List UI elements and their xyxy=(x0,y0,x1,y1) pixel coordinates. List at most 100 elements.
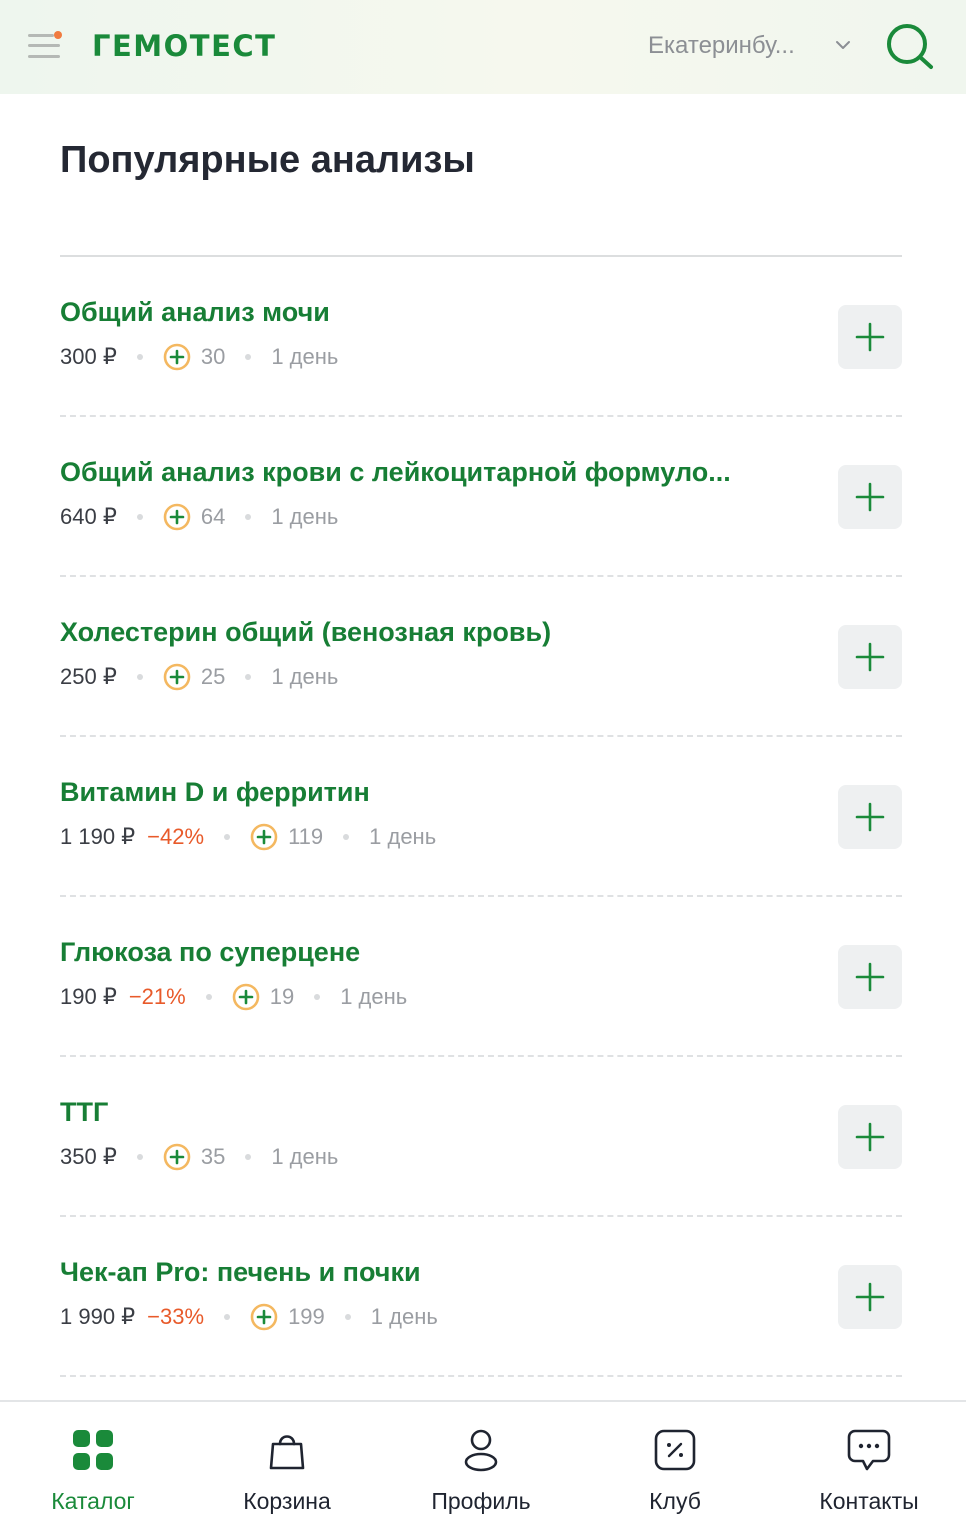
plus-icon xyxy=(855,482,885,512)
search-button[interactable] xyxy=(884,22,936,72)
bonus-points: 25 xyxy=(200,664,226,689)
add-to-cart-button[interactable] xyxy=(838,785,902,849)
plus-icon xyxy=(855,962,885,992)
bonus-points-icon xyxy=(163,1143,191,1171)
tab-label: Контакты xyxy=(819,1488,919,1514)
bonus-points-icon xyxy=(232,983,260,1011)
test-name[interactable]: Витамин D и ферритин xyxy=(60,777,370,808)
turnaround-time: 1 день xyxy=(271,664,339,689)
test-meta: 250 ₽ 25 1 день xyxy=(60,661,338,693)
test-price: 250 ₽ xyxy=(60,664,117,689)
test-list-item: Витамин D и ферритин 1 190 ₽ −42% 119 1 … xyxy=(60,737,902,897)
test-list-item: Чек-ап Pro: печень и почки 1 990 ₽ −33% … xyxy=(60,1217,902,1377)
test-meta: 640 ₽ 64 1 день xyxy=(60,501,338,533)
tab-contacts[interactable]: Контакты xyxy=(789,1402,949,1534)
separator-dot xyxy=(136,674,143,680)
add-to-cart-button[interactable] xyxy=(838,1105,902,1169)
add-to-cart-button[interactable] xyxy=(838,625,902,689)
tab-label: Профиль xyxy=(431,1488,531,1514)
test-price: 350 ₽ xyxy=(60,1144,117,1169)
test-price: 190 ₽ xyxy=(60,984,117,1009)
test-meta: 190 ₽ −21% 19 1 день xyxy=(60,981,407,1013)
test-list-item: ТТГ 350 ₽ 35 1 день xyxy=(60,1057,902,1217)
popular-tests-list: Общий анализ мочи 300 ₽ 30 1 день Общий … xyxy=(60,257,902,1377)
tab-profile[interactable]: Профиль xyxy=(401,1402,561,1534)
test-meta: 1 190 ₽ −42% 119 1 день xyxy=(60,821,436,853)
test-list-item: Глюкоза по суперцене 190 ₽ −21% 19 1 ден… xyxy=(60,897,902,1057)
add-to-cart-button[interactable] xyxy=(838,305,902,369)
separator-dot xyxy=(245,674,252,680)
bonus-points-icon xyxy=(250,823,278,851)
bonus-points: 30 xyxy=(200,344,226,369)
bonus-points: 119 xyxy=(288,824,324,849)
bonus-points-icon xyxy=(163,503,191,531)
bonus-points: 199 xyxy=(288,1304,325,1329)
add-to-cart-button[interactable] xyxy=(838,945,902,1009)
test-name[interactable]: Общий анализ крови с лейкоцитарной форму… xyxy=(60,457,731,488)
bonus-points: 64 xyxy=(200,504,226,529)
separator-dot xyxy=(344,1314,351,1320)
separator-dot xyxy=(136,514,143,520)
test-name[interactable]: Общий анализ мочи xyxy=(60,297,330,328)
turnaround-time: 1 день xyxy=(271,344,339,369)
turnaround-time: 1 день xyxy=(340,984,408,1009)
separator-dot xyxy=(205,994,212,1000)
shopping-bag-icon xyxy=(269,1435,305,1470)
plus-icon xyxy=(855,322,885,352)
city-name: Екатеринбу... xyxy=(648,32,795,59)
tab-club[interactable]: Клуб xyxy=(595,1402,755,1534)
add-to-cart-button[interactable] xyxy=(838,1265,902,1329)
test-price: 640 ₽ xyxy=(60,504,117,529)
catalog-grid-icon xyxy=(73,1430,113,1470)
club-percent-icon xyxy=(654,1429,696,1471)
test-name[interactable]: ТТГ xyxy=(60,1097,108,1128)
bonus-points-icon xyxy=(163,343,191,371)
profile-icon xyxy=(464,1429,498,1472)
notification-dot xyxy=(54,31,62,39)
turnaround-time: 1 день xyxy=(271,1144,339,1169)
plus-icon xyxy=(855,1122,885,1152)
menu-button[interactable] xyxy=(28,30,62,62)
separator-dot xyxy=(314,994,321,1000)
bonus-points-icon xyxy=(250,1303,278,1331)
test-list-item: Общий анализ крови с лейкоцитарной форму… xyxy=(60,417,902,577)
hamburger-menu-icon xyxy=(28,34,54,37)
bonus-points-icon xyxy=(163,663,191,691)
separator-dot xyxy=(245,514,252,520)
tab-catalog[interactable]: Каталог xyxy=(13,1402,173,1534)
test-meta: 1 990 ₽ −33% 199 1 день xyxy=(60,1301,438,1333)
test-meta: 350 ₽ 35 1 день xyxy=(60,1141,338,1173)
discount-badge: −33% xyxy=(147,1304,205,1329)
bottom-tab-bar: Каталог Корзина Профиль Клуб Контакты xyxy=(0,1400,966,1534)
search-icon xyxy=(887,24,933,69)
city-selector[interactable]: Екатеринбу... xyxy=(648,28,850,64)
test-price: 1 990 ₽ xyxy=(60,1304,136,1329)
turnaround-time: 1 день xyxy=(271,504,339,529)
test-name[interactable]: Глюкоза по суперцене xyxy=(60,937,360,968)
test-price: 1 190 ₽ xyxy=(60,824,136,849)
separator-dot xyxy=(136,354,143,360)
page-title: Популярные анализы xyxy=(60,139,475,181)
chat-bubble-icon xyxy=(847,1429,891,1471)
test-list-item: Общий анализ мочи 300 ₽ 30 1 день xyxy=(60,257,902,417)
chevron-down-icon xyxy=(836,41,850,49)
test-price: 300 ₽ xyxy=(60,344,117,369)
turnaround-time: 1 день xyxy=(370,1304,438,1329)
separator-dot xyxy=(136,1154,143,1160)
discount-badge: −42% xyxy=(147,824,205,849)
brand-logo[interactable]: ГЕМОТЕСТ xyxy=(92,28,276,64)
tab-cart[interactable]: Корзина xyxy=(207,1402,367,1534)
test-list-item: Холестерин общий (венозная кровь) 250 ₽ … xyxy=(60,577,902,737)
separator-dot xyxy=(343,834,350,840)
turnaround-time: 1 день xyxy=(369,824,437,849)
bonus-points: 19 xyxy=(269,984,295,1009)
test-name[interactable]: Холестерин общий (венозная кровь) xyxy=(60,617,551,648)
plus-icon xyxy=(855,1282,885,1312)
test-meta: 300 ₽ 30 1 день xyxy=(60,341,338,373)
tab-label: Каталог xyxy=(51,1488,135,1514)
plus-icon xyxy=(855,642,885,672)
separator-dot xyxy=(224,834,231,840)
add-to-cart-button[interactable] xyxy=(838,465,902,529)
tab-label: Корзина xyxy=(243,1488,331,1514)
test-name[interactable]: Чек-ап Pro: печень и почки xyxy=(60,1257,421,1288)
